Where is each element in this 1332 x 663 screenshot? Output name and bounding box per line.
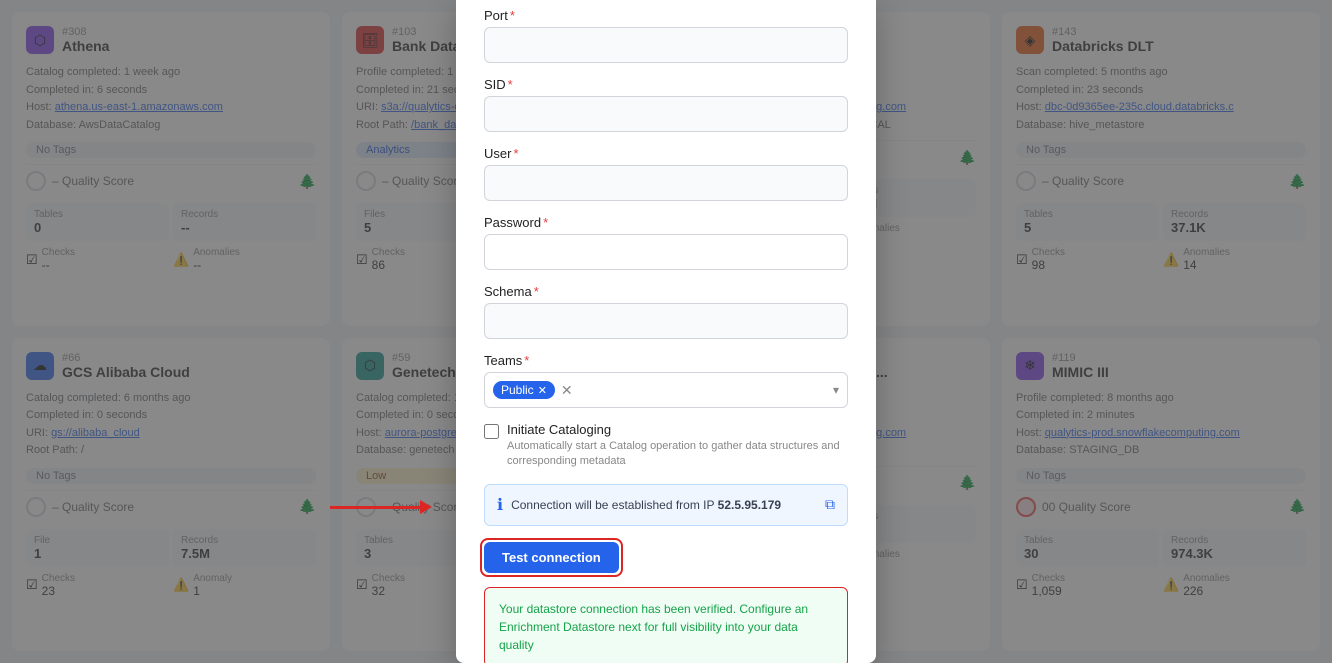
required-indicator: * [513, 146, 518, 161]
teams-clear-icon[interactable]: ✕ [561, 382, 573, 399]
ip-info-banner: ℹ Connection will be established from IP… [484, 484, 848, 526]
connection-modal: Port * SID * User * Password * [456, 0, 876, 663]
required-indicator: * [534, 284, 539, 299]
test-connection-wrapper: Test connection [484, 542, 848, 573]
sid-input[interactable] [484, 96, 848, 132]
teams-tag-remove[interactable]: ✕ [538, 384, 547, 397]
success-text: Your datastore connection has been verif… [499, 600, 833, 654]
test-connection-button[interactable]: Test connection [484, 542, 619, 573]
port-label: Port * [484, 8, 848, 23]
success-banner: Your datastore connection has been verif… [484, 587, 848, 663]
page: ⬡ #308 Athena Catalog completed: 1 week … [0, 0, 1332, 663]
teams-tag-public: Public ✕ [493, 381, 555, 399]
required-indicator: * [543, 215, 548, 230]
required-indicator: * [524, 353, 529, 368]
user-input[interactable] [484, 165, 848, 201]
initiate-cataloging-label: Initiate Cataloging [507, 422, 848, 437]
sid-label: SID * [484, 77, 848, 92]
teams-chevron-icon[interactable]: ▾ [833, 383, 839, 397]
initiate-cataloging-desc: Automatically start a Catalog operation … [507, 439, 848, 470]
schema-input[interactable] [484, 303, 848, 339]
teams-group: Teams * Public ✕ ✕ ▾ [484, 353, 848, 408]
port-group: Port * [484, 8, 848, 63]
arrow-head [420, 500, 432, 514]
ip-info-text: Connection will be established from IP 5… [511, 498, 817, 512]
required-indicator: * [508, 77, 513, 92]
teams-select[interactable]: Public ✕ ✕ ▾ [484, 372, 848, 408]
required-indicator: * [510, 8, 515, 23]
password-label: Password * [484, 215, 848, 230]
arrow-indicator [330, 500, 432, 514]
info-icon: ℹ [497, 495, 503, 515]
password-group: Password * [484, 215, 848, 270]
port-input[interactable] [484, 27, 848, 63]
sid-group: SID * [484, 77, 848, 132]
user-group: User * [484, 146, 848, 201]
password-input[interactable] [484, 234, 848, 270]
teams-label: Teams * [484, 353, 848, 368]
arrow-line [330, 506, 420, 509]
schema-group: Schema * [484, 284, 848, 339]
initiate-cataloging-row: Initiate Cataloging Automatically start … [484, 422, 848, 470]
user-label: User * [484, 146, 848, 161]
copy-icon[interactable]: ⧉ [825, 496, 835, 513]
initiate-cataloging-checkbox[interactable] [484, 424, 499, 439]
initiate-cataloging-text: Initiate Cataloging Automatically start … [507, 422, 848, 470]
schema-label: Schema * [484, 284, 848, 299]
